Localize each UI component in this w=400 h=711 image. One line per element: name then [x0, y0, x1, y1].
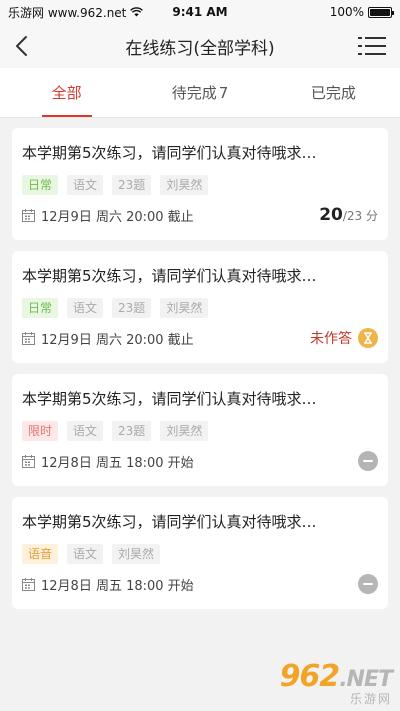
tab-pending[interactable]: 待完成 7 — [133, 68, 266, 117]
exercise-title: 本学期第5次练习，请同学们认真对待哦求… — [22, 390, 317, 408]
exercise-card[interactable]: 本学期第5次练习，请同学们认真对待哦求… 语音 语文 刘昊然 12月8日 周五 … — [12, 497, 388, 609]
exercise-card[interactable]: 本学期第5次练习，请同学们认真对待哦求… 日常 语文 23题 刘昊然 12月9日 — [12, 251, 388, 363]
tag-row: 语音 语文 刘昊然 — [22, 544, 378, 564]
menu-list-icon — [358, 37, 386, 55]
subject-tag: 语文 — [67, 544, 104, 564]
carrier-text: 乐游网 www.962.net — [8, 5, 127, 20]
date-info: 12月8日 周五 18:00 开始 — [22, 575, 194, 594]
exercise-title: 本学期第5次练习，请同学们认真对待哦求… — [22, 144, 317, 162]
question-count-tag: 23题 — [112, 175, 152, 195]
tag-row: 日常 语文 23题 刘昊然 — [22, 175, 378, 195]
date-text: 12月9日 周六 20:00 截止 — [41, 209, 194, 225]
status-bar: 乐游网 www.962.net 9:41 AM 100% — [0, 0, 400, 24]
score-value: 20 — [319, 205, 343, 225]
date-info: 12月9日 周六 20:00 截止 — [22, 206, 194, 225]
minus-circle-icon — [358, 574, 378, 594]
tab-label: 全部 — [51, 84, 82, 102]
tab-all[interactable]: 全部 — [0, 68, 133, 117]
subject-tag: 语文 — [67, 175, 104, 195]
teacher-tag: 刘昊然 — [160, 421, 209, 441]
question-count-tag: 23题 — [112, 298, 152, 318]
type-tag: 日常 — [22, 175, 59, 195]
date-info: 12月9日 周六 20:00 截止 — [22, 329, 194, 348]
battery-fill — [370, 8, 390, 16]
carrier-info: 乐游网 www.962.net — [8, 4, 144, 21]
watermark-cn: 乐游网 — [349, 692, 392, 706]
subject-tag: 语文 — [67, 421, 104, 441]
wifi-icon — [130, 7, 144, 17]
score: 20/23 分 — [319, 205, 378, 225]
tab-count: 7 — [218, 83, 229, 102]
watermark-logo: 962.NET — [279, 659, 393, 694]
calendar-icon — [22, 331, 35, 345]
exercise-list: 本学期第5次练习，请同学们认真对待哦求… 日常 语文 23题 刘昊然 12月9日 — [0, 118, 400, 630]
status-label: 未作答 — [310, 331, 352, 347]
tag-row: 日常 语文 23题 刘昊然 — [22, 298, 378, 318]
unanswered-status: 未作答 — [310, 328, 378, 348]
site-watermark: 962.NET 乐游网 — [279, 659, 393, 707]
battery-icon — [368, 6, 394, 18]
teacher-tag: 刘昊然 — [160, 298, 209, 318]
battery-percent: 100% — [329, 5, 364, 19]
calendar-icon — [22, 208, 35, 222]
tab-label: 待完成 — [171, 84, 217, 102]
nav-bar: 在线练习(全部学科) — [0, 24, 400, 68]
back-button[interactable] — [14, 32, 42, 60]
chevron-left-icon — [16, 36, 27, 56]
type-tag: 日常 — [22, 298, 59, 318]
card-footer: 12月8日 周五 18:00 开始 — [22, 451, 378, 471]
date-text: 12月8日 周五 18:00 开始 — [41, 455, 194, 471]
teacher-tag: 刘昊然 — [112, 544, 161, 564]
card-footer: 12月8日 周五 18:00 开始 — [22, 574, 378, 594]
date-text: 12月8日 周五 18:00 开始 — [41, 578, 194, 594]
exercise-card[interactable]: 本学期第5次练习，请同学们认真对待哦求… 限时 语文 23题 刘昊然 12月8日 — [12, 374, 388, 486]
tag-row: 限时 语文 23题 刘昊然 — [22, 421, 378, 441]
minus-circle-icon — [358, 451, 378, 471]
watermark-num: 962 — [279, 659, 341, 694]
exercise-title: 本学期第5次练习，请同学们认真对待哦求… — [22, 513, 317, 531]
menu-button[interactable] — [356, 32, 386, 60]
calendar-icon — [22, 454, 35, 468]
exercise-card[interactable]: 本学期第5次练习，请同学们认真对待哦求… 日常 语文 23题 刘昊然 12月9日 — [12, 128, 388, 240]
hourglass-icon — [358, 328, 378, 348]
type-tag: 语音 — [22, 544, 59, 564]
date-text: 12月9日 周六 20:00 截止 — [41, 332, 194, 348]
subject-tag: 语文 — [67, 298, 104, 318]
exercise-title: 本学期第5次练习，请同学们认真对待哦求… — [22, 267, 317, 285]
page-title: 在线练习(全部学科) — [125, 38, 275, 59]
score-total: /23 分 — [342, 209, 378, 223]
battery-area: 100% — [329, 5, 394, 19]
calendar-icon — [22, 577, 35, 591]
type-tag: 限时 — [22, 421, 59, 441]
tab-bar: 全部 待完成 7 已完成 — [0, 68, 400, 118]
card-footer: 12月9日 周六 20:00 截止 未作答 — [22, 328, 378, 348]
question-count-tag: 23题 — [112, 421, 152, 441]
tab-completed[interactable]: 已完成 — [267, 68, 400, 117]
watermark-suffix: .NET — [339, 667, 393, 692]
card-footer: 12月9日 周六 20:00 截止 20/23 分 — [22, 205, 378, 225]
teacher-tag: 刘昊然 — [160, 175, 209, 195]
date-info: 12月8日 周五 18:00 开始 — [22, 452, 194, 471]
tab-label: 已完成 — [310, 84, 356, 102]
